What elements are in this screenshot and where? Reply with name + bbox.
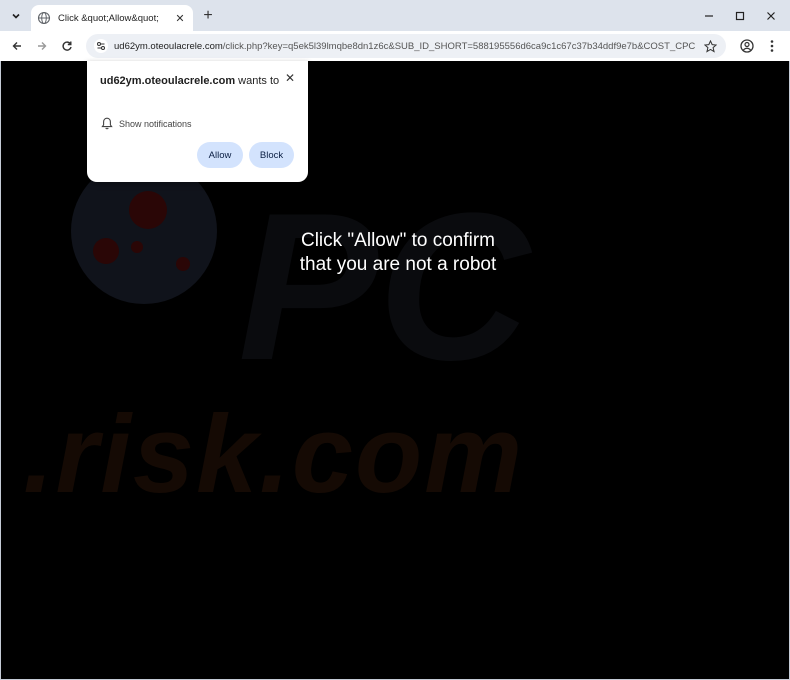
more-vert-icon [770, 40, 774, 52]
arrow-left-icon [12, 42, 21, 50]
star-icon [703, 39, 717, 53]
permission-label: Show notifications [119, 119, 192, 129]
address-bar[interactable]: ud62ym.oteoulacrele.com/click.php?key=q5… [86, 34, 726, 58]
popup-close-icon[interactable]: ✕ [283, 71, 297, 85]
url-text[interactable]: ud62ym.oteoulacrele.com/click.php?key=q5… [114, 41, 696, 52]
bell-icon [101, 117, 113, 130]
url-path: /click.php?key=q5ek5l39lmqbe8dn1z6c&SUB_… [222, 40, 696, 52]
reload-icon [62, 41, 72, 51]
robot-check-message: Click "Allow" to confirm that you are no… [243, 229, 553, 277]
forward-button[interactable] [33, 37, 51, 55]
active-tab[interactable]: Click &quot;Allow&quot; ✕ [31, 5, 193, 31]
menu-button[interactable] [763, 37, 781, 55]
minimize-button[interactable] [699, 6, 719, 26]
notification-permission-popup: ud62ym.oteoulacrele.com wants to ✕ Show … [87, 61, 308, 182]
watermark-dot [131, 241, 143, 253]
tab-title: Click &quot;Allow&quot; [58, 12, 159, 24]
popup-site-name: ud62ym.oteoulacrele.com [100, 75, 236, 87]
tab-strip: Click &quot;Allow&quot; ✕ + [0, 0, 790, 31]
minimize-icon [705, 15, 713, 17]
close-window-button[interactable] [761, 6, 781, 26]
block-button[interactable]: Block [249, 142, 294, 168]
tab-close-icon[interactable]: ✕ [173, 12, 187, 25]
maximize-button[interactable] [730, 6, 750, 26]
popup-title: ud62ym.oteoulacrele.com wants to [100, 73, 280, 90]
globe-icon [37, 11, 51, 25]
new-tab-button[interactable]: + [198, 6, 218, 26]
popup-wants-text: wants to [238, 75, 280, 87]
maximize-icon [735, 11, 745, 21]
close-icon [767, 12, 775, 20]
url-host: ud62ym.oteoulacrele.com [114, 40, 223, 52]
watermark-risk-text: .risk.com [23, 393, 525, 516]
message-line-1: Click "Allow" to confirm [300, 230, 496, 251]
tab-search-button[interactable] [6, 6, 26, 26]
bookmark-star-icon[interactable] [702, 38, 718, 54]
allow-button[interactable]: Allow [197, 142, 243, 168]
reload-button[interactable] [58, 37, 76, 55]
profile-icon [740, 39, 754, 53]
profile-button[interactable] [738, 37, 756, 55]
watermark-dot [93, 238, 119, 264]
chevron-down-icon [12, 13, 20, 19]
watermark-pc-text: PC [238, 169, 530, 404]
back-button[interactable] [8, 37, 26, 55]
message-line-2: that you are not a robot [299, 254, 497, 275]
site-info-icon[interactable] [94, 39, 108, 53]
watermark-dot [176, 257, 190, 271]
arrow-right-icon [38, 42, 47, 50]
browser-toolbar: ud62ym.oteoulacrele.com/click.php?key=q5… [0, 31, 790, 61]
watermark-dot [129, 191, 167, 229]
